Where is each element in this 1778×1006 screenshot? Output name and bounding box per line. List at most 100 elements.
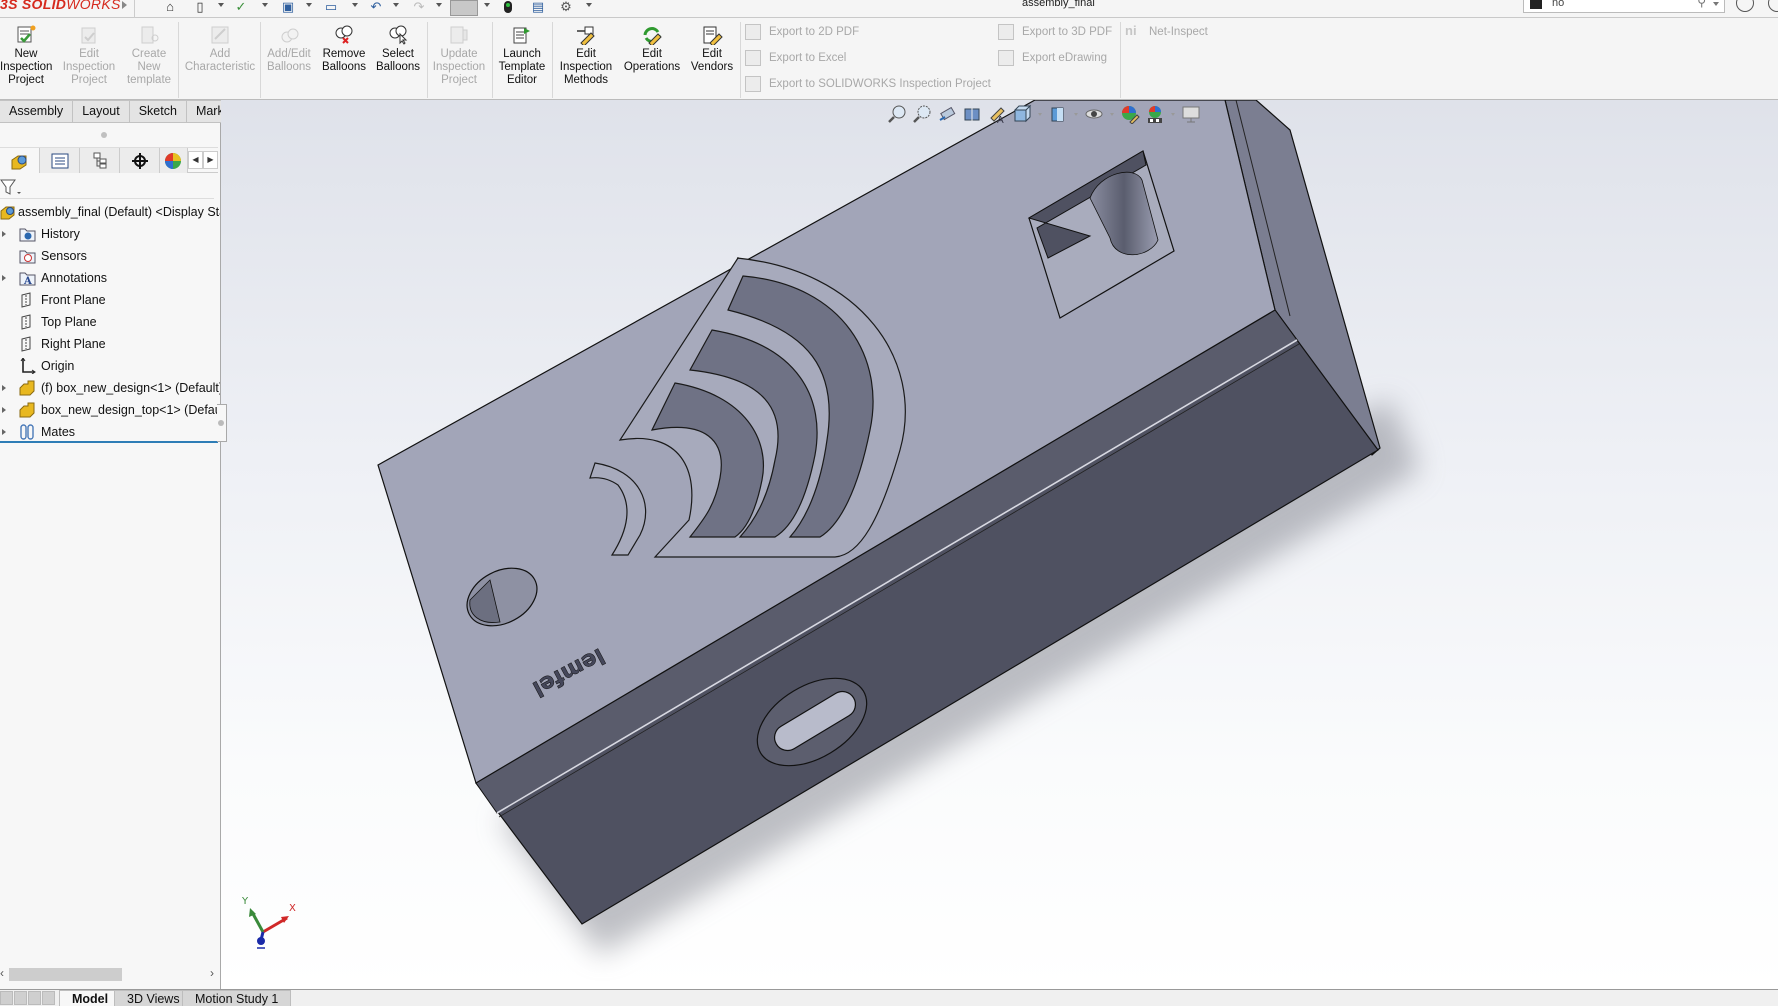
open-dropdown-arrow[interactable]	[262, 3, 268, 7]
scroll-right-icon[interactable]: ›	[210, 966, 214, 980]
redo-dropdown-arrow[interactable]	[436, 3, 442, 7]
previous-tab-nav-button[interactable]	[14, 991, 27, 1005]
launch-template-editor-button[interactable]: Launch Template Editor	[496, 18, 548, 100]
display-style-icon[interactable]	[1047, 104, 1069, 124]
help-icon[interactable]	[1768, 0, 1778, 12]
section-view-icon[interactable]	[961, 104, 983, 124]
tree-item-origin[interactable]: Origin	[0, 355, 220, 377]
create-new-template-button[interactable]: Create New template	[124, 18, 174, 100]
dynamic-annotation-icon[interactable]: A	[986, 104, 1008, 124]
options-gear-icon[interactable]: ⚙	[558, 0, 574, 14]
tree-item-sensors[interactable]: Sensors	[0, 245, 220, 267]
displaymanager-tab[interactable]	[160, 148, 188, 173]
select-pointer-icon[interactable]	[450, 0, 478, 16]
edit-appearance-icon[interactable]	[1119, 104, 1141, 124]
tabs-scroll-left-button[interactable]: ◀	[188, 151, 203, 169]
tree-item-history[interactable]: History	[0, 223, 220, 245]
previous-view-icon[interactable]	[936, 104, 958, 124]
export-3d-pdf-button[interactable]: Export to 3D PDF	[998, 23, 1112, 41]
expand-arrow-icon[interactable]	[2, 385, 6, 391]
tree-item-front-plane[interactable]: Front Plane	[0, 289, 220, 311]
propertymanager-tab[interactable]	[40, 148, 80, 173]
next-tab-nav-button[interactable]	[28, 991, 41, 1005]
new-inspection-project-button[interactable]: New Inspection Project	[0, 18, 52, 100]
home-icon[interactable]: ⌂	[162, 0, 178, 14]
edit-vendors-button[interactable]: Edit Vendors	[688, 18, 736, 100]
new-document-icon[interactable]: ▯	[192, 0, 208, 14]
first-tab-nav-button[interactable]	[0, 991, 13, 1005]
search-input[interactable]: no ⚲	[1523, 0, 1725, 13]
scroll-left-icon[interactable]: ‹	[0, 966, 4, 980]
update-inspection-project-button[interactable]: Update Inspection Project	[432, 18, 486, 100]
pane-splitter-handle[interactable]	[101, 132, 107, 138]
apply-scene-icon[interactable]	[1144, 104, 1166, 124]
graphics-area[interactable]: lemfel A X Y	[221, 100, 1778, 990]
tab-layout[interactable]: Layout	[73, 100, 130, 123]
zoom-to-fit-icon[interactable]	[886, 104, 908, 124]
edit-inspection-methods-button[interactable]: Edit Inspection Methods	[556, 18, 616, 100]
open-document-icon[interactable]: ✓	[233, 0, 249, 14]
user-account-icon[interactable]	[1736, 0, 1754, 12]
add-edit-balloons-button[interactable]: Add/Edit Balloons	[264, 18, 314, 100]
configurationmanager-tab[interactable]	[80, 148, 120, 173]
save-dropdown-arrow[interactable]	[306, 3, 312, 7]
export-2d-pdf-button[interactable]: Export to 2D PDF	[745, 23, 859, 41]
print-icon[interactable]: ▭	[323, 0, 339, 14]
solidworks-logo[interactable]: 3S SOLIDWORKS	[0, 0, 121, 12]
export-excel-button[interactable]: Export to Excel	[745, 49, 846, 67]
edit-inspection-project-button[interactable]: Edit Inspection Project	[62, 18, 116, 100]
search-icon[interactable]: ⚲	[1697, 0, 1706, 9]
tabs-scroll-right-button[interactable]: ▶	[203, 151, 218, 169]
zoom-to-area-icon[interactable]	[911, 104, 933, 124]
tree-item-box-new-design-top[interactable]: box_new_design_top<1> (Default	[0, 399, 220, 421]
expand-arrow-icon[interactable]	[2, 231, 6, 237]
display-style-dropdown[interactable]	[1072, 104, 1080, 124]
search-scope-icon[interactable]	[1530, 0, 1542, 9]
last-tab-nav-button[interactable]	[42, 991, 55, 1005]
hide-show-dropdown[interactable]	[1108, 104, 1116, 124]
export-inspection-project-button[interactable]: Export to SOLIDWORKS Inspection Project	[745, 75, 991, 93]
file-properties-icon[interactable]: ▤	[530, 0, 546, 14]
hide-show-items-icon[interactable]	[1083, 104, 1105, 124]
expand-arrow-icon[interactable]	[2, 407, 6, 413]
search-dropdown-arrow[interactable]	[1713, 2, 1719, 6]
undo-icon[interactable]: ↶	[368, 0, 384, 14]
save-icon[interactable]: ▣	[280, 0, 296, 14]
add-characteristic-button[interactable]: Add Characteristic	[184, 18, 256, 100]
tree-item-annotations[interactable]: A Annotations	[0, 267, 220, 289]
tab-3d-views[interactable]: 3D Views	[114, 990, 193, 1006]
view-settings-icon[interactable]	[1180, 104, 1202, 124]
panel-collapse-handle[interactable]	[217, 404, 227, 442]
featuremanager-tab[interactable]	[0, 148, 40, 173]
redo-icon[interactable]: ↷	[411, 0, 427, 14]
undo-dropdown-arrow[interactable]	[393, 3, 399, 7]
remove-balloons-button[interactable]: Remove Balloons	[318, 18, 370, 100]
horizontal-scrollbar[interactable]: ‹ ›	[0, 965, 218, 983]
dimxpertmanager-tab[interactable]	[120, 148, 160, 173]
view-orientation-dropdown[interactable]	[1036, 104, 1044, 124]
select-balloons-button[interactable]: Select Balloons	[372, 18, 424, 100]
select-dropdown-arrow[interactable]	[484, 3, 490, 7]
tree-filter[interactable]	[0, 175, 214, 199]
new-dropdown-arrow[interactable]	[218, 3, 224, 7]
tab-model[interactable]: Model	[59, 990, 122, 1006]
tab-motion-study-1[interactable]: Motion Study 1	[182, 990, 292, 1006]
net-inspect-button[interactable]: ni Net-Inspect	[1125, 23, 1208, 41]
scrollbar-thumb[interactable]	[9, 968, 122, 981]
view-orientation-icon[interactable]	[1011, 104, 1033, 124]
filter-icon[interactable]	[0, 177, 24, 199]
tree-item-right-plane[interactable]: Right Plane	[0, 333, 220, 355]
tree-root-assembly[interactable]: assembly_final (Default) <Display State	[0, 201, 220, 223]
tab-sketch[interactable]: Sketch	[129, 100, 187, 123]
edit-operations-button[interactable]: Edit Operations	[620, 18, 684, 100]
print-dropdown-arrow[interactable]	[352, 3, 358, 7]
expand-arrow-icon[interactable]	[2, 275, 6, 281]
3d-model-box[interactable]: lemfel	[221, 100, 1778, 990]
tree-item-box-new-design[interactable]: (f) box_new_design<1> (Default)	[0, 377, 220, 399]
options-dropdown-arrow[interactable]	[586, 3, 592, 7]
expand-arrow-icon[interactable]	[2, 429, 6, 435]
tree-item-mates[interactable]: Mates	[0, 421, 220, 443]
apply-scene-dropdown[interactable]	[1169, 104, 1177, 124]
tab-assembly[interactable]: Assembly	[0, 100, 74, 123]
rebuild-traffic-light-icon[interactable]	[500, 0, 516, 14]
